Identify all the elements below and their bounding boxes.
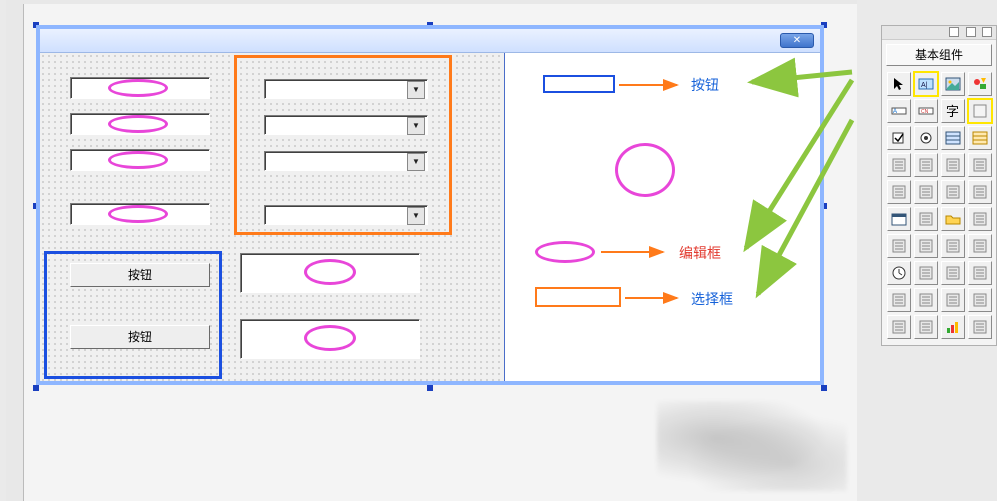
- conn-icon[interactable]: [914, 288, 938, 312]
- panel-icon[interactable]: [968, 99, 992, 123]
- svg-text:CN: CN: [921, 109, 929, 115]
- component-palette[interactable]: 基本组件 A| A CN 字: [881, 25, 997, 346]
- design-grid[interactable]: 按钮 按钮: [40, 53, 505, 381]
- palette-title: 基本组件: [886, 44, 992, 66]
- link2-icon[interactable]: [968, 261, 992, 285]
- cn-icon[interactable]: CN: [914, 99, 938, 123]
- columns-icon[interactable]: [968, 234, 992, 258]
- annotation-ellipse-icon: [304, 259, 356, 285]
- btn1-icon[interactable]: [887, 315, 911, 339]
- titlebar[interactable]: ✕: [40, 29, 820, 53]
- list2-icon[interactable]: [968, 126, 992, 150]
- clock-icon[interactable]: [887, 261, 911, 285]
- radio-icon[interactable]: [914, 126, 938, 150]
- db-icon[interactable]: [968, 315, 992, 339]
- annotation-ellipse-icon: [304, 325, 356, 351]
- annotation-ellipse-icon: [108, 205, 168, 223]
- preview-pane: 按钮 编辑框 选择框: [505, 53, 820, 381]
- handle-icon[interactable]: [427, 385, 433, 391]
- annotation-box-icon: [234, 55, 452, 235]
- legend-edit-ellipse-icon: [535, 241, 595, 263]
- baseline-icon[interactable]: [887, 180, 911, 204]
- close-button[interactable]: ✕: [780, 33, 814, 48]
- box-icon[interactable]: [941, 153, 965, 177]
- list-icon[interactable]: [941, 126, 965, 150]
- font-icon[interactable]: 字: [941, 99, 965, 123]
- form-button[interactable]: 按钮: [70, 263, 210, 287]
- shapes-icon[interactable]: [968, 72, 992, 96]
- net-icon[interactable]: [914, 234, 938, 258]
- ruler-horizontal: [6, 0, 857, 4]
- maximize-icon[interactable]: [966, 27, 976, 37]
- palette-icon[interactable]: [887, 234, 911, 258]
- svg-text:A: A: [893, 109, 897, 115]
- annotation-ellipse-icon: [108, 115, 168, 133]
- grid2-icon[interactable]: [941, 288, 965, 312]
- form-button[interactable]: 按钮: [70, 325, 210, 349]
- pointer-icon[interactable]: [887, 72, 911, 96]
- button-icon[interactable]: [914, 207, 938, 231]
- svg-text:A|: A|: [921, 82, 928, 89]
- palette-window-controls[interactable]: [882, 26, 996, 40]
- chart-icon[interactable]: [941, 315, 965, 339]
- arrow-icon: [623, 291, 685, 305]
- svg-text:字: 字: [946, 104, 959, 119]
- handle-icon[interactable]: [33, 385, 39, 391]
- legend-button-label: 按钮: [691, 75, 719, 95]
- sizer-icon[interactable]: [941, 234, 965, 258]
- legend-edit-circle-icon: [615, 143, 675, 197]
- legend-select-label: 选择框: [691, 289, 733, 309]
- frame-icon[interactable]: [941, 180, 965, 204]
- annotation-ellipse-icon: [108, 79, 168, 97]
- form-designer-window[interactable]: ✕ 按钮: [36, 25, 824, 385]
- legend-edit-label: 编辑框: [679, 243, 721, 263]
- design-canvas[interactable]: ✕ 按钮: [6, 0, 857, 501]
- ruler-vertical: [6, 0, 24, 501]
- decorative-smudge: [657, 401, 847, 491]
- hier-icon[interactable]: [887, 288, 911, 312]
- btn2-icon[interactable]: [914, 315, 938, 339]
- checkbox-icon[interactable]: [887, 126, 911, 150]
- arrow-icon: [617, 78, 685, 92]
- minimize-icon[interactable]: [949, 27, 959, 37]
- grid-icon[interactable]: [887, 153, 911, 177]
- rec-icon[interactable]: [914, 261, 938, 285]
- arrow-icon: [599, 245, 671, 259]
- window-icon[interactable]: [968, 180, 992, 204]
- page-icon[interactable]: [968, 207, 992, 231]
- bind-icon[interactable]: [968, 288, 992, 312]
- label-icon[interactable]: A|: [914, 72, 938, 96]
- textfield-icon[interactable]: A: [887, 99, 911, 123]
- calendar-icon[interactable]: [887, 207, 911, 231]
- handle-icon[interactable]: [821, 385, 827, 391]
- image-icon[interactable]: [941, 72, 965, 96]
- annotation-ellipse-icon: [108, 151, 168, 169]
- legend-button-rect: [543, 75, 615, 93]
- legend-select-rect: [535, 287, 621, 307]
- line-icon[interactable]: [914, 180, 938, 204]
- color-icon[interactable]: [968, 153, 992, 177]
- table-icon[interactable]: [914, 153, 938, 177]
- close-icon[interactable]: [982, 27, 992, 37]
- link1-icon[interactable]: [941, 261, 965, 285]
- folder-icon[interactable]: [941, 207, 965, 231]
